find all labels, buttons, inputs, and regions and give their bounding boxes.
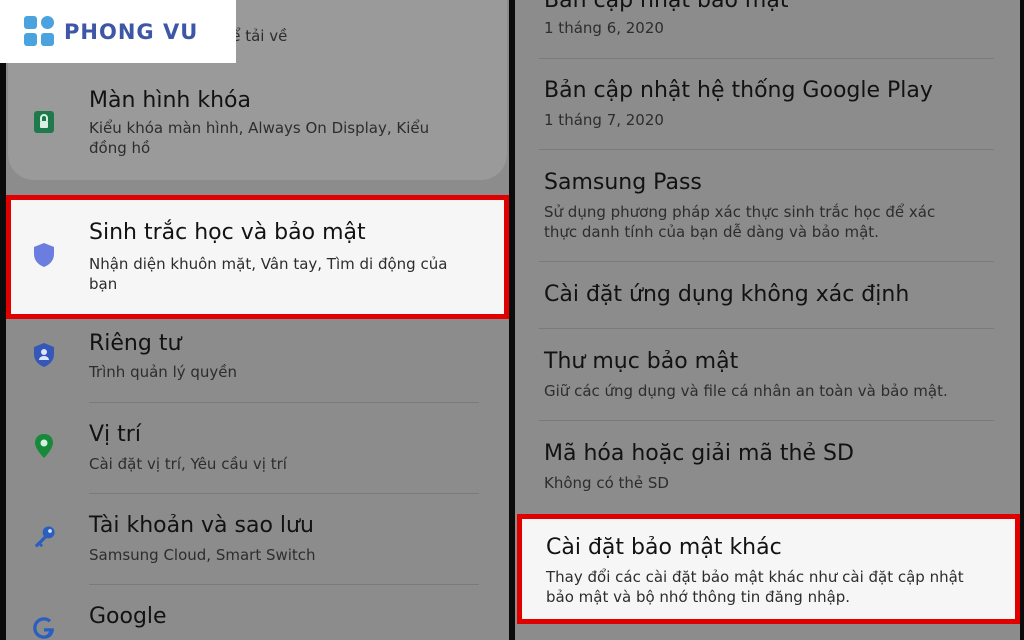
highlight-other-security-settings[interactable]: Cài đặt bảo mật khác Thay đổi các cài đặ… [517,514,1020,624]
settings-item-accounts-backup[interactable]: Tài khoản và sao lưu Samsung Cloud, Smar… [6,503,509,583]
settings-item-title: Bản cập nhật bảo mật [544,0,789,13]
settings-item-title: Cài đặt bảo mật khác [546,535,782,560]
settings-item-title: Cài đặt ứng dụng không xác định [544,282,910,307]
divider [539,261,994,262]
settings-item-samsung-pass[interactable]: Samsung Pass Sử dụng phương pháp xác thự… [515,158,1020,258]
divider [89,402,479,403]
settings-item-google[interactable]: Google [6,594,509,640]
settings-item-subtitle: Nhận diện khuôn mặt, Vân tay, Tìm di độn… [89,255,448,293]
phong-vu-logo: PHONG VU [0,0,236,63]
divider [539,420,994,421]
google-icon [32,616,56,640]
brand-name: PHONG VU [64,19,199,44]
settings-item-subtitle: 1 tháng 7, 2020 [544,111,664,129]
settings-item-subtitle: Không có thẻ SD [544,474,669,492]
settings-item-title: Màn hình khóa [89,88,251,113]
divider [89,584,479,585]
settings-item-title: Samsung Pass [544,170,702,195]
settings-item-title: Thư mục bảo mật [544,349,739,374]
settings-item-title: Vị trí [89,422,141,447]
phong-vu-logo-mark-icon [22,14,58,50]
settings-item-security-update[interactable]: Bản cập nhật bảo mật 1 tháng 6, 2020 [515,0,1020,48]
privacy-icon [32,343,56,367]
settings-item-title: Tài khoản và sao lưu [89,513,314,538]
settings-item-google-play-update[interactable]: Bản cập nhật hệ thống Google Play 1 thán… [515,66,1020,146]
settings-item-subtitle: Trình quản lý quyền [89,363,238,381]
divider [539,149,994,150]
settings-item-subtitle: Cài đặt vị trí, Yêu cầu vị trí [89,455,287,473]
settings-item-sd-encryption[interactable]: Mã hóa hoặc giải mã thẻ SD Không có thẻ … [515,429,1020,509]
settings-item-subtitle: 1 tháng 6, 2020 [544,19,664,37]
divider [539,58,994,59]
divider [89,493,479,494]
settings-item-lock-screen[interactable]: Màn hình khóa Kiểu khóa màn hình, Always… [6,80,509,170]
left-settings-panel: ... biểu tượng có thể tải về Màn hình kh… [6,0,509,640]
highlight-biometrics-security[interactable]: Sinh trắc học và bảo mật Nhận diện khuôn… [6,195,509,319]
settings-item-title: Riêng tư [89,331,182,356]
settings-item-title: Sinh trắc học và bảo mật [89,220,366,245]
shield-icon [32,243,56,267]
key-icon [32,525,56,549]
settings-item-subtitle: Sử dụng phương pháp xác thực sinh trắc h… [544,203,936,241]
settings-item-subtitle: Thay đổi các cài đặt bảo mật khác như cà… [546,568,964,606]
settings-item-subtitle: Giữ các ứng dụng và file cá nhân an toàn… [544,382,948,400]
settings-item-title: Google [89,604,167,629]
lock-screen-icon [32,110,56,134]
settings-item-title: Bản cập nhật hệ thống Google Play [544,78,933,103]
settings-item-subtitle: Kiểu khóa màn hình, Always On Display, K… [89,119,430,157]
right-security-panel: Bản cập nhật bảo mật 1 tháng 6, 2020 Bản… [515,0,1020,640]
location-pin-icon [32,434,56,458]
settings-item-title: Mã hóa hoặc giải mã thẻ SD [544,441,854,466]
settings-item-privacy[interactable]: Riêng tư Trình quản lý quyền [6,325,509,403]
settings-item-unknown-apps[interactable]: Cài đặt ứng dụng không xác định [515,270,1020,330]
divider [539,328,994,329]
settings-item-location[interactable]: Vị trí Cài đặt vị trí, Yêu cầu vị trí [6,412,509,492]
settings-item-subtitle: Samsung Cloud, Smart Switch [89,546,316,564]
settings-item-secure-folder[interactable]: Thư mục bảo mật Giữ các ứng dụng và file… [515,337,1020,417]
